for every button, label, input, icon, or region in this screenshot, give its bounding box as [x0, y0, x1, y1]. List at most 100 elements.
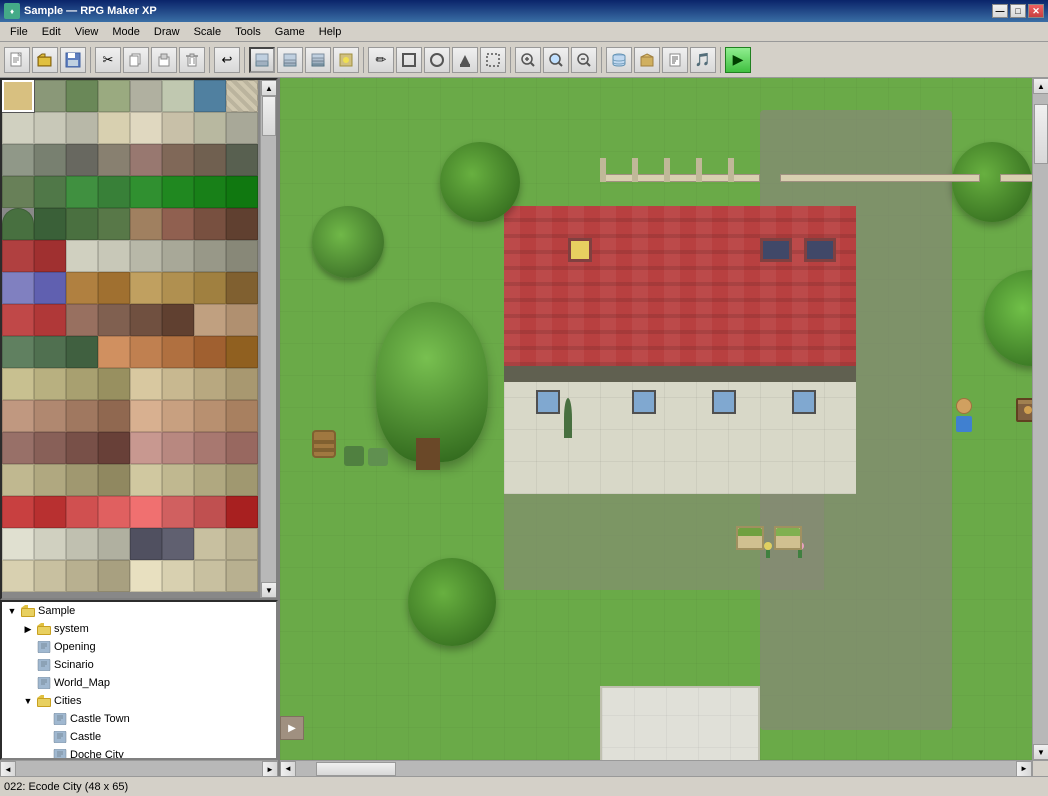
tile[interactable] [34, 336, 66, 368]
tile[interactable] [34, 368, 66, 400]
menu-help[interactable]: Help [313, 24, 348, 40]
tileset-scroll-up[interactable]: ▲ [261, 80, 277, 96]
tile[interactable] [98, 176, 130, 208]
tileset-vscroll[interactable]: ▲ ▼ [260, 80, 276, 598]
menu-scale[interactable]: Scale [188, 24, 228, 40]
map-vscroll[interactable]: ▲ ▼ [1032, 78, 1048, 760]
tile[interactable] [194, 336, 226, 368]
tile[interactable] [194, 240, 226, 272]
tree-expand-system[interactable]: ▶ [20, 624, 36, 635]
tile[interactable] [130, 496, 162, 528]
menu-file[interactable]: File [4, 24, 34, 40]
map-hscroll[interactable]: ◄ ► [280, 760, 1032, 776]
tile[interactable] [34, 240, 66, 272]
tile[interactable] [2, 368, 34, 400]
tile[interactable] [2, 208, 34, 240]
tile[interactable] [194, 80, 226, 112]
menu-tools[interactable]: Tools [229, 24, 267, 40]
tree-item-sample[interactable]: ▼ Sample [2, 602, 276, 620]
tree-scroll-right[interactable]: ► [262, 761, 278, 777]
tile[interactable] [130, 112, 162, 144]
tile[interactable] [194, 272, 226, 304]
tile[interactable] [226, 528, 258, 560]
tile[interactable] [162, 432, 194, 464]
tile[interactable] [162, 144, 194, 176]
tree-item-castle-town[interactable]: ▶ Castle Town [2, 710, 276, 728]
tile[interactable] [2, 336, 34, 368]
menu-mode[interactable]: Mode [106, 24, 146, 40]
map-vscroll-down[interactable]: ▼ [1033, 744, 1048, 760]
rect-button[interactable] [396, 47, 422, 73]
database-button[interactable] [606, 47, 632, 73]
tree-expand-cities[interactable]: ▼ [20, 696, 36, 706]
tile[interactable] [98, 304, 130, 336]
tile[interactable] [34, 304, 66, 336]
tile[interactable] [98, 144, 130, 176]
tile[interactable] [98, 80, 130, 112]
tile[interactable] [226, 272, 258, 304]
script-button[interactable] [662, 47, 688, 73]
tile[interactable] [2, 176, 34, 208]
menu-edit[interactable]: Edit [36, 24, 67, 40]
tile[interactable] [130, 80, 162, 112]
tile[interactable] [130, 368, 162, 400]
copy-button[interactable] [123, 47, 149, 73]
tile[interactable] [34, 80, 66, 112]
tile[interactable] [34, 112, 66, 144]
tile[interactable] [66, 560, 98, 592]
tile[interactable] [98, 336, 130, 368]
map-nav-arrow[interactable]: ▶ [280, 716, 304, 740]
select-button[interactable] [480, 47, 506, 73]
tile[interactable] [130, 176, 162, 208]
tile[interactable] [34, 144, 66, 176]
tile[interactable] [66, 80, 98, 112]
save-button[interactable] [60, 47, 86, 73]
tile[interactable] [194, 176, 226, 208]
tile[interactable] [226, 80, 258, 112]
tile[interactable] [34, 400, 66, 432]
tile[interactable] [34, 528, 66, 560]
tree-item-opening[interactable]: ▶ Opening [2, 638, 276, 656]
tileset-scroll-thumb[interactable] [262, 96, 276, 136]
tile[interactable] [2, 560, 34, 592]
menu-game[interactable]: Game [269, 24, 311, 40]
tile[interactable] [226, 464, 258, 496]
tile[interactable] [194, 400, 226, 432]
tile[interactable] [194, 496, 226, 528]
tile[interactable] [34, 496, 66, 528]
tile[interactable] [162, 240, 194, 272]
tile[interactable] [34, 176, 66, 208]
close-button[interactable]: ✕ [1028, 4, 1044, 18]
tile[interactable] [2, 144, 34, 176]
tile[interactable] [194, 112, 226, 144]
tile[interactable] [98, 496, 130, 528]
tile[interactable] [66, 368, 98, 400]
tile[interactable] [194, 464, 226, 496]
tile[interactable] [130, 464, 162, 496]
tree-item-system[interactable]: ▶ system [2, 620, 276, 638]
map-hscroll-right[interactable]: ► [1016, 761, 1032, 777]
tile[interactable] [162, 496, 194, 528]
tile[interactable] [2, 400, 34, 432]
event-button[interactable] [333, 47, 359, 73]
tile[interactable] [226, 368, 258, 400]
tile[interactable] [98, 432, 130, 464]
tile[interactable] [98, 400, 130, 432]
tile[interactable] [226, 496, 258, 528]
layer1-button[interactable] [249, 47, 275, 73]
tile[interactable] [130, 528, 162, 560]
open-button[interactable] [32, 47, 58, 73]
tile[interactable] [98, 464, 130, 496]
tile[interactable] [194, 560, 226, 592]
tile[interactable] [98, 272, 130, 304]
tile[interactable] [194, 432, 226, 464]
tile[interactable] [2, 272, 34, 304]
tile[interactable] [162, 112, 194, 144]
tile[interactable] [226, 432, 258, 464]
tile[interactable] [226, 176, 258, 208]
tile[interactable] [130, 336, 162, 368]
tile[interactable] [130, 208, 162, 240]
tile[interactable] [162, 208, 194, 240]
maximize-button[interactable]: □ [1010, 4, 1026, 18]
tile[interactable] [98, 208, 130, 240]
